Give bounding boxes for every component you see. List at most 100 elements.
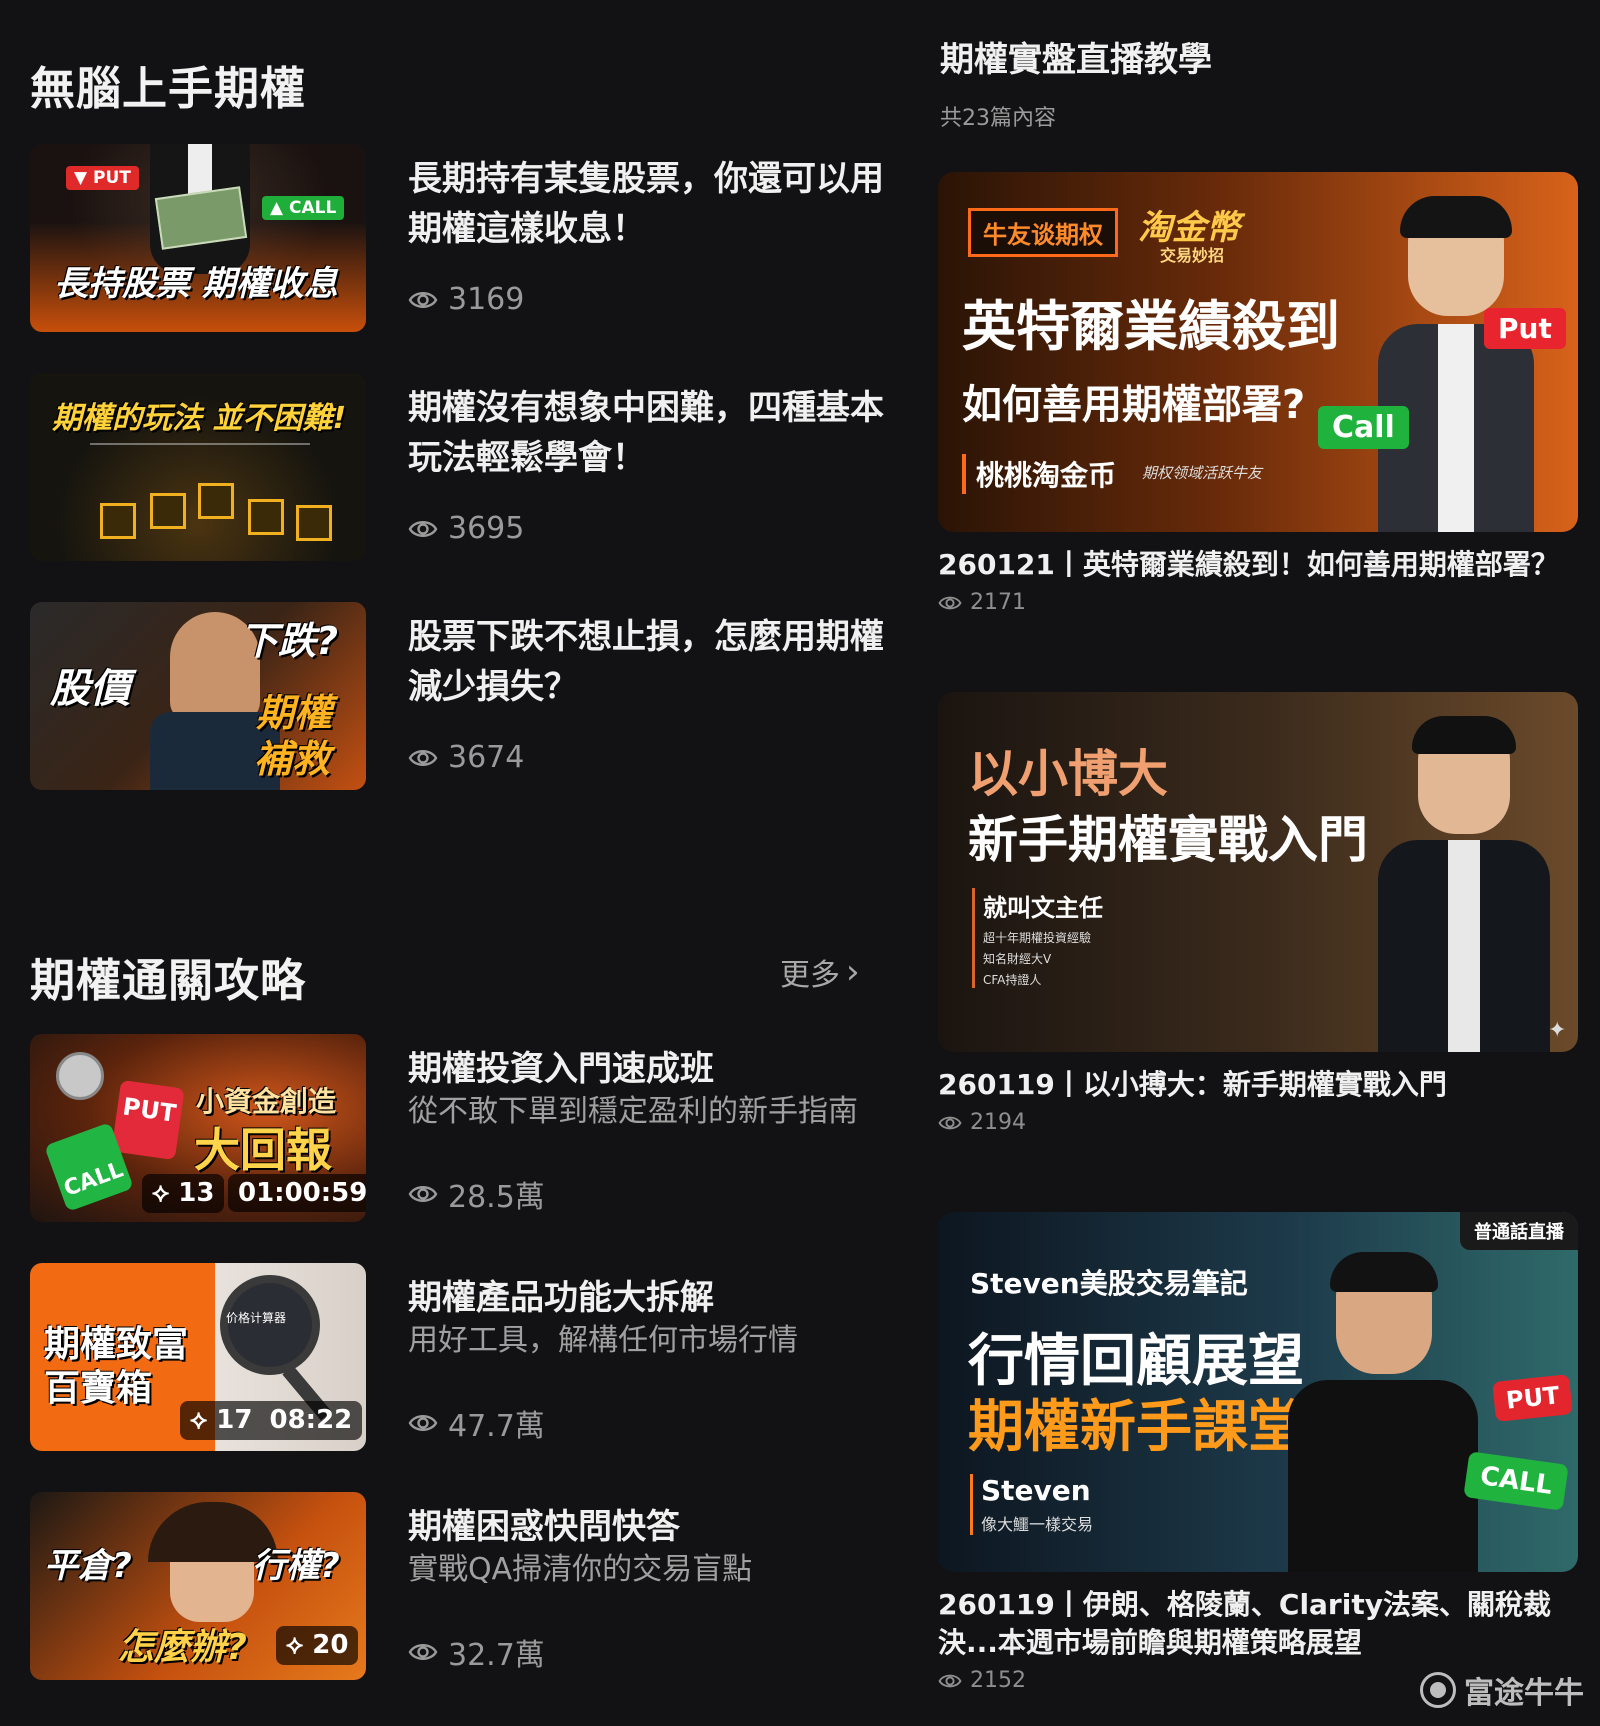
lesson-count: 17 xyxy=(216,1405,253,1435)
live-type-badge: 普通話直播 xyxy=(1460,1212,1578,1250)
calc-label: 价格计算器 xyxy=(226,1311,287,1325)
lesson-count-badge: ⟡ 13 xyxy=(142,1174,225,1213)
live-title: 260119丨以小搏大：新手期權實戰入門 xyxy=(938,1068,1447,1101)
eye-icon xyxy=(408,749,438,766)
host-desc3: CFA持證人 xyxy=(983,973,1042,987)
eye-icon xyxy=(408,520,438,537)
watermark-text: 富途牛牛 xyxy=(1464,1676,1584,1711)
series-title: 期權實盤直播教學 xyxy=(940,40,1212,80)
view-count-value: 2171 xyxy=(970,590,1026,615)
host-name: 桃桃淘金币 xyxy=(962,454,1116,494)
lesson-badge: ⟡ 17 08:22 xyxy=(180,1401,363,1440)
view-count: 47.7萬 xyxy=(408,1401,545,1445)
section-title-beginner: 無腦上手期權 xyxy=(30,62,307,115)
eye-icon xyxy=(408,1644,438,1660)
thumbnail-q1: 平倉? xyxy=(44,1546,132,1586)
view-count: 2194 xyxy=(938,1110,1578,1135)
live-video-card[interactable]: 以小博大 新手期權實戰入門 就叫文主任 超十年期權投資經驗 知名財經大V CFA… xyxy=(938,692,1578,1135)
live-headline: 英特爾業績殺到 xyxy=(962,295,1340,358)
video-card[interactable]: ▼ PUT ▲ CALL 長持股票 期權收息 長期持有某隻股票，你還可以用期權這… xyxy=(30,144,890,334)
live-subheadline: 如何善用期權部署? xyxy=(962,382,1306,428)
view-count: 2171 xyxy=(938,590,1578,615)
eye-icon xyxy=(408,1415,438,1431)
course-title: 期權產品功能大拆解 xyxy=(408,1278,714,1318)
video-card[interactable]: 股價 下跌? 期權 補救 股票下跌不想止損，怎麼用期權減少損失？ 3674 xyxy=(30,602,890,792)
thumbnail-text: 股價 xyxy=(50,666,130,712)
live-headline2: 新手期權實戰入門 xyxy=(968,811,1368,869)
more-link[interactable]: 更多 › xyxy=(780,950,860,994)
duration-badge: 01:00:59 xyxy=(228,1174,366,1212)
course-subtitle: 用好工具，解構任何市場行情 xyxy=(408,1323,798,1358)
duration: 08:22 xyxy=(269,1405,353,1435)
host-name: 就叫文主任 xyxy=(983,894,1103,922)
video-title: 期權沒有想象中困難，四種基本玩法輕鬆學會！ xyxy=(408,388,884,478)
eye-icon xyxy=(408,291,438,308)
app-page: 無腦上手期權 ▼ PUT ▲ CALL 長持股票 期權收息 長期持有某隻股票，你… xyxy=(0,0,1600,1726)
course-card[interactable]: 平倉? 行權? 怎麼辦? ⟡ 20 期權困惑快問快答 實戰QA掃清你的交易盲點 … xyxy=(30,1492,890,1682)
live-video-card[interactable]: 牛友谈期权 淘金幣 交易妙招 英特爾業績殺到 如何善用期權部署? 桃桃淘金币 期… xyxy=(938,172,1578,615)
call-label: Call xyxy=(1318,406,1409,449)
lesson-count: 20 xyxy=(312,1630,349,1660)
live-headline1: 以小博大 xyxy=(968,745,1168,803)
series-count: 共23篇內容 xyxy=(940,106,1056,131)
put-card: PUT xyxy=(111,1079,185,1161)
chevron-right-icon: › xyxy=(846,952,860,992)
view-count: 3674 xyxy=(408,740,524,775)
course-subtitle: 實戰QA掃清你的交易盲點 xyxy=(408,1552,753,1587)
course-title: 期權投資入門速成班 xyxy=(408,1049,714,1089)
thumbnail-q3: 怎麼辦? xyxy=(118,1627,247,1668)
layers-icon: ⟡ xyxy=(152,1178,170,1208)
eye-icon xyxy=(408,1186,438,1202)
futu-logo-icon xyxy=(1420,1672,1456,1708)
call-label: CALL xyxy=(1463,1451,1570,1511)
put-label: PUT xyxy=(1492,1374,1574,1422)
thumbnail-caption: 長持股票 期權收息 xyxy=(54,264,338,304)
layers-icon: ⟡ xyxy=(286,1630,304,1660)
live-headline2: 期權新手課堂 xyxy=(968,1395,1304,1460)
video-thumbnail: 期權的玩法 並不困難! xyxy=(30,373,366,561)
view-count-value: 2152 xyxy=(970,1668,1026,1693)
view-count: 28.5萬 xyxy=(408,1172,545,1216)
course-thumbnail: 平倉? 行權? 怎麼辦? ⟡ 20 xyxy=(30,1492,366,1680)
view-count-value: 2194 xyxy=(970,1110,1026,1135)
view-count: 3169 xyxy=(408,282,524,317)
video-title: 長期持有某隻股票，你還可以用期權這樣收息！ xyxy=(408,159,884,249)
video-title: 股票下跌不想止損，怎麼用期權減少損失？ xyxy=(408,617,884,707)
thumbnail-q2: 行權? xyxy=(252,1546,340,1586)
view-count-value: 32.7萬 xyxy=(448,1638,545,1673)
course-card[interactable]: 价格计算器 期權致富 百寶箱 ⟡ 17 08:22 期權產品功能大拆解 用好工具… xyxy=(30,1263,890,1453)
course-card[interactable]: PUT CALL 小資金創造 大回報 ⟡ 13 01:00:59 期權投資入門速… xyxy=(30,1034,890,1224)
thumbnail-line2: 大回報 xyxy=(194,1123,332,1177)
program-logo-sub: 交易妙招 xyxy=(1160,246,1225,265)
eye-icon xyxy=(938,1116,962,1129)
brand-watermark: 富途牛牛 xyxy=(1420,1668,1584,1712)
lesson-badge: ⟡ 20 xyxy=(276,1626,359,1665)
host-desc: 像大鱷一樣交易 xyxy=(981,1515,1094,1534)
course-thumbnail: 价格计算器 期權致富 百寶箱 ⟡ 17 08:22 xyxy=(30,1263,366,1451)
eye-icon xyxy=(938,596,962,609)
put-tag: ▼ PUT xyxy=(66,166,139,190)
video-thumbnail: ▼ PUT ▲ CALL 長持股票 期權收息 xyxy=(30,144,366,332)
view-count-value: 3674 xyxy=(448,740,525,775)
live-video-card[interactable]: 普通話直播 Steven美股交易筆記 行情回顧展望 期權新手課堂 Steven … xyxy=(938,1212,1578,1693)
layers-icon: ⟡ xyxy=(190,1405,208,1435)
live-thumbnail: 普通話直播 Steven美股交易筆記 行情回顧展望 期權新手課堂 Steven … xyxy=(938,1212,1578,1572)
live-title: 260121丨英特爾業績殺到！如何善用期權部署？ xyxy=(938,548,1559,581)
live-thumbnail: 以小博大 新手期權實戰入門 就叫文主任 超十年期權投資經驗 知名財經大V CFA… xyxy=(938,692,1578,1052)
lesson-count: 13 xyxy=(178,1178,215,1208)
thumbnail-caption: 期權的玩法 並不困難! xyxy=(52,401,347,436)
thumbnail-text: 下跌? xyxy=(240,619,339,663)
video-thumbnail: 股價 下跌? 期權 補救 xyxy=(30,602,366,790)
brand-label: Steven美股交易筆記 xyxy=(970,1267,1248,1300)
program-tag: 牛友谈期权 xyxy=(968,208,1118,257)
more-label: 更多 xyxy=(780,958,840,993)
course-title: 期權困惑快問快答 xyxy=(408,1507,680,1547)
thumbnail-line2: 百寶箱 xyxy=(44,1368,153,1409)
video-card[interactable]: 期權的玩法 並不困難! 期權沒有想象中困難，四種基本玩法輕鬆學會！ 3695 xyxy=(30,373,890,563)
host-desc1: 超十年期權投資經驗 xyxy=(983,931,1092,945)
view-count: 3695 xyxy=(408,511,524,546)
live-title: 260119丨伊朗、格陵蘭、Clarity法案、關稅裁決...本週市場前瞻與期權… xyxy=(938,1588,1551,1659)
section-title-strategy: 期權通關攻略 xyxy=(30,954,307,1007)
view-count-value: 3169 xyxy=(448,282,525,317)
eye-icon xyxy=(938,1674,962,1687)
